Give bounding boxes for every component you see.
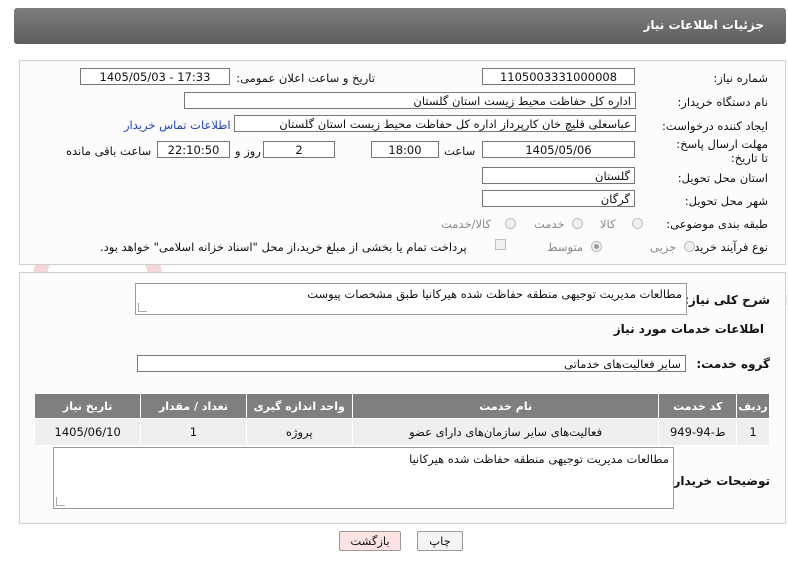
- cell-service-name: فعالیت‌های سایر سازمان‌های دارای عضو: [351, 418, 660, 446]
- days-label: روز و: [235, 144, 261, 158]
- cell-need-date: 1405/06/10: [33, 418, 142, 446]
- process-minor-radio[interactable]: [684, 241, 695, 252]
- back-button[interactable]: بازگشت: [339, 531, 401, 551]
- summary-label: شرح کلی نیاز:: [684, 293, 770, 307]
- category-goods-service-radio[interactable]: [505, 218, 516, 229]
- announce-datetime-label: تاریخ و ساعت اعلان عمومی:: [236, 71, 375, 85]
- table-row: 1 ط-94-949 فعالیت‌های سایر سازمان‌های دا…: [33, 418, 770, 446]
- service-group-field: سایر فعالیت‌های خدماتی: [137, 355, 686, 372]
- col-row-number: ردیف: [736, 393, 770, 419]
- time-remaining-label: ساعت باقی مانده: [66, 144, 152, 158]
- process-type-label: نوع فرآیند خرید :: [686, 240, 768, 254]
- category-service-label: خدمت: [534, 217, 565, 231]
- requester-field: عباسعلی قلیچ خان کارپرداز اداره کل حفاظت…: [234, 115, 636, 132]
- col-service-code: کد خدمت: [658, 393, 738, 419]
- buyer-org-label: نام دستگاه خریدار:: [677, 95, 768, 109]
- category-goods-label: کالا: [600, 217, 616, 231]
- category-service-radio[interactable]: [572, 218, 583, 229]
- deadline-time-label: ساعت: [444, 144, 476, 158]
- cell-service-code: ط-94-949: [658, 418, 738, 446]
- resize-grip-icon[interactable]: [56, 497, 65, 506]
- col-need-date: تاریخ نیاز: [33, 393, 142, 419]
- days-remaining-field: 2: [263, 141, 335, 158]
- services-table: ردیف کد خدمت نام خدمت واحد اندازه گیری ت…: [33, 393, 770, 446]
- buyer-contact-link[interactable]: اطلاعات تماس خریدار: [124, 118, 231, 132]
- process-minor-label: جزیی: [650, 240, 677, 254]
- summary-textarea: مطالعات مدیریت توجیهی منطقه حفاظت شده هی…: [135, 283, 687, 315]
- need-number-label: شماره نیاز:: [713, 71, 768, 85]
- city-label: شهر محل تحویل:: [684, 194, 768, 208]
- cell-unit: پروژه: [245, 418, 353, 446]
- city-field: گرگان: [482, 190, 635, 207]
- buyer-org-field: اداره کل حفاظت محیط زیست استان گلستان: [184, 92, 636, 109]
- page-title: جزئیات اطلاعات نیاز: [643, 18, 764, 32]
- services-table-header: ردیف کد خدمت نام خدمت واحد اندازه گیری ت…: [33, 393, 770, 419]
- col-service-name: نام خدمت: [351, 393, 660, 419]
- category-goods-radio[interactable]: [632, 218, 643, 229]
- process-medium-label: متوسط: [547, 240, 584, 254]
- deadline-date-field: 1405/05/06: [482, 141, 635, 158]
- time-remaining-field: 22:10:50: [157, 141, 230, 158]
- province-label: استان محل تحویل:: [677, 171, 768, 185]
- treasury-payment-note: پرداخت تمام یا بخشی از مبلغ خرید،از محل …: [100, 240, 467, 254]
- deadline-label: مهلت ارسال پاسخ: تا تاریخ:: [676, 137, 768, 165]
- process-medium-radio[interactable]: [591, 241, 602, 252]
- category-label: طبقه بندی موضوعی:: [666, 217, 768, 231]
- deadline-time-field: 18:00: [371, 141, 439, 158]
- buyer-notes-label: توضیحات خریدار:: [668, 474, 770, 488]
- col-quantity: تعداد / مقدار: [140, 393, 247, 419]
- service-group-label: گروه خدمت:: [696, 357, 770, 371]
- col-unit: واحد اندازه گیری: [245, 393, 353, 419]
- treasury-payment-checkbox[interactable]: [495, 239, 506, 250]
- province-field: گلستان: [482, 167, 635, 184]
- announce-datetime-field: 1405/05/03 - 17:33: [80, 68, 230, 85]
- cell-quantity: 1: [140, 418, 247, 446]
- print-button[interactable]: چاپ: [417, 531, 463, 551]
- summary-text: مطالعات مدیریت توجیهی منطقه حفاظت شده هی…: [307, 287, 682, 301]
- page-header: جزئیات اطلاعات نیاز: [14, 8, 786, 44]
- cell-row-number: 1: [736, 418, 770, 446]
- requester-label: ایجاد کننده درخواست:: [662, 119, 768, 133]
- resize-grip-icon[interactable]: [138, 303, 147, 312]
- need-number-field: 1105003331000008: [482, 68, 635, 85]
- services-section-title: اطلاعات خدمات مورد نیاز: [613, 322, 764, 336]
- category-goods-service-label: کالا/خدمت: [441, 217, 492, 231]
- buyer-notes-textarea: مطالعات مدیریت توجیهی منطقه حفاظت شده هی…: [53, 447, 674, 509]
- buyer-notes-text: مطالعات مدیریت توجیهی منطقه حفاظت شده هی…: [409, 452, 669, 466]
